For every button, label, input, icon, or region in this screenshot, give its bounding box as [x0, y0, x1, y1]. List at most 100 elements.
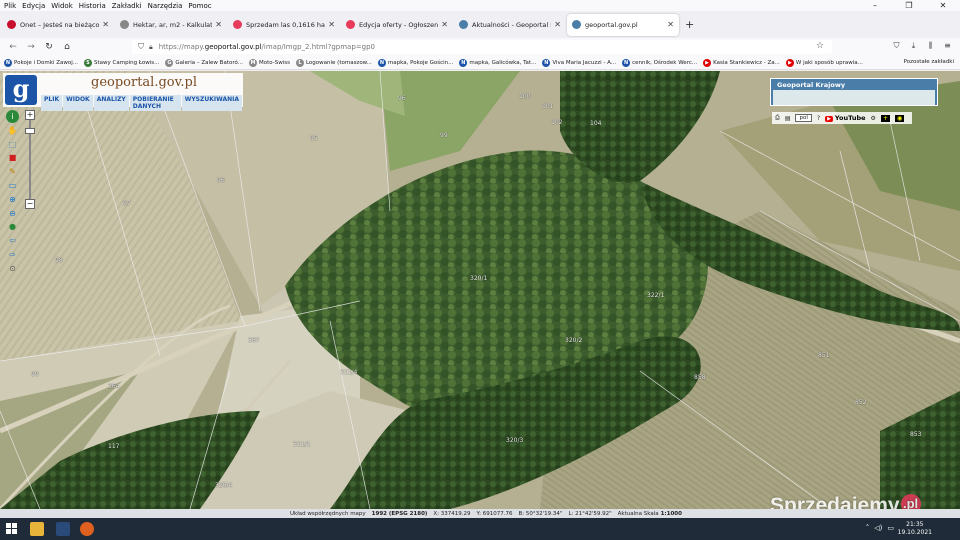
- pan-hand-icon[interactable]: ✋: [6, 124, 19, 137]
- plot-label: 117: [108, 443, 120, 450]
- bookmark-item[interactable]: L Logowanie (tomaszow...: [295, 58, 372, 67]
- ruler-icon[interactable]: ▭: [6, 179, 19, 192]
- zoom-out-icon[interactable]: ⊖: [6, 207, 19, 220]
- geoportal-logo[interactable]: g: [5, 75, 37, 105]
- bookmark-label: W jaki sposób uprawia...: [795, 59, 863, 66]
- network-icon[interactable]: ▭: [887, 524, 894, 532]
- close-icon[interactable]: ✕: [926, 0, 960, 11]
- browser-tab[interactable]: Onet – Jesteś na bieżąco ✕: [2, 14, 114, 36]
- close-tab-icon[interactable]: ✕: [667, 20, 674, 29]
- back-extent-icon[interactable]: ⇦: [6, 234, 19, 247]
- language-select[interactable]: pol: [795, 114, 812, 122]
- close-tab-icon[interactable]: ✕: [328, 20, 335, 29]
- taskbar-clock[interactable]: 21:35 19.10.2021: [898, 521, 932, 537]
- zoom-in-icon[interactable]: ⊕: [6, 193, 19, 206]
- select-icon[interactable]: ⬚: [6, 138, 19, 151]
- orthophoto-map[interactable]: [0, 71, 960, 509]
- minimize-icon[interactable]: –: [858, 0, 892, 11]
- menu-tools[interactable]: Narzędzia: [145, 2, 186, 10]
- bookmark-item[interactable]: Nmapka, Galicówka, Tat...: [459, 58, 536, 67]
- browser-tab[interactable]: Hektar, ar, m2 - Kalkulator - Prz✕: [115, 14, 227, 36]
- close-tab-icon[interactable]: ✕: [554, 20, 561, 29]
- pencil-icon[interactable]: ✎: [6, 165, 19, 178]
- plot-label: 311/4: [340, 369, 358, 376]
- plot-label: 102: [551, 119, 563, 126]
- bookmark-favicon-icon: ▶: [785, 58, 794, 67]
- home-icon[interactable]: ⌂: [58, 42, 76, 52]
- map-view[interactable]: 96 100 101 102 104 95 99 96 97 98 99 364…: [0, 71, 960, 509]
- bookmark-item[interactable]: ▶ Kasia Stankiewicz - Za...: [703, 58, 780, 67]
- forward-extent-icon[interactable]: ⇨: [6, 248, 19, 261]
- menu-help[interactable]: Pomoc: [185, 2, 214, 10]
- print-icon-2[interactable]: ▤: [785, 115, 791, 122]
- menu-widok[interactable]: WIDOK: [63, 95, 93, 111]
- bookmark-item[interactable]: G Galeria – Zalew Batoró...: [165, 58, 243, 67]
- file-explorer-icon[interactable]: [30, 522, 44, 536]
- browser-tab[interactable]: Aktualności - Geoportal Krajowy✕: [454, 14, 566, 36]
- download-icon[interactable]: ⤓: [905, 41, 922, 51]
- calculator-icon[interactable]: [56, 522, 70, 536]
- chevron-up-icon[interactable]: ˄: [866, 524, 870, 532]
- menu-view[interactable]: Widok: [48, 2, 76, 10]
- help-icon[interactable]: ?: [817, 115, 820, 122]
- close-tab-icon[interactable]: ✕: [102, 20, 109, 29]
- tab-title: geoportal.gov.pl: [585, 20, 638, 29]
- other-bookmarks-folder[interactable]: Pozostałe zakładki: [904, 59, 954, 65]
- restore-icon[interactable]: ❐: [892, 0, 926, 11]
- settings-icon[interactable]: ⚙: [871, 115, 876, 122]
- star-icon[interactable]: ☆: [816, 41, 824, 51]
- plot-label: 101: [542, 103, 554, 110]
- shield-icon[interactable]: ⛉: [138, 42, 144, 52]
- pocket-icon[interactable]: ⛉: [888, 41, 905, 51]
- zoom-plus-button[interactable]: +: [25, 110, 35, 120]
- menu-file[interactable]: Plik: [0, 2, 19, 10]
- bookmark-item[interactable]: S Stawy Camping Łowis...: [83, 58, 159, 67]
- close-tab-icon[interactable]: ✕: [441, 20, 448, 29]
- print-icon[interactable]: ⎙: [775, 114, 780, 122]
- back-icon[interactable]: ←: [4, 42, 22, 52]
- info-icon[interactable]: i: [6, 110, 19, 123]
- browser-tab[interactable]: Sprzedam las 0,1616 ha Ozardz✕: [228, 14, 340, 36]
- bookmark-item[interactable]: ▶ W jaki sposób uprawia...: [785, 58, 863, 67]
- menu-bookmarks[interactable]: Zakładki: [109, 2, 145, 10]
- bookmark-item[interactable]: N Pokoje i Domki Zawoj...: [4, 58, 78, 67]
- bookmark-item[interactable]: M Moto-Swiss: [249, 58, 290, 67]
- overview-map-title: Geoportal Krajowy: [777, 81, 846, 89]
- menu-icon[interactable]: ≡: [939, 41, 956, 51]
- overview-map[interactable]: Geoportal Krajowy: [770, 78, 938, 106]
- plot-label: 320/4: [215, 482, 233, 489]
- firefox-icon[interactable]: [80, 522, 94, 536]
- menu-pobieranie[interactable]: POBIERANIE DANYCH: [129, 95, 181, 111]
- windows-start-icon[interactable]: [6, 523, 18, 535]
- youtube-link[interactable]: YouTube: [825, 114, 866, 122]
- bookmark-label: Logowanie (tomaszow...: [305, 59, 372, 66]
- browser-tab[interactable]: geoportal.gov.pl ✕: [567, 13, 679, 36]
- zoom-slider[interactable]: + −: [24, 110, 36, 210]
- reload-icon[interactable]: ↻: [40, 42, 58, 52]
- bookmark-item[interactable]: Ncennik, Ośrodek Werc...: [622, 58, 697, 67]
- url-bar[interactable]: ⛉ 🔒︎ https://mapy. geoportal.gov.pl/imap/…: [132, 40, 832, 54]
- menu-wyszukiwania[interactable]: WYSZUKIWANIA: [181, 95, 242, 111]
- bookmark-item[interactable]: N Viva Maria Jacuzzi - A...: [542, 58, 616, 67]
- overview-map-image[interactable]: [773, 90, 935, 105]
- plus-button-icon[interactable]: +: [880, 114, 890, 122]
- compass-icon[interactable]: ⊙: [6, 262, 19, 275]
- menu-plik[interactable]: PLIK: [41, 95, 63, 111]
- lock-icon[interactable]: 🔒︎: [149, 43, 153, 52]
- zoom-handle[interactable]: [25, 128, 35, 134]
- crs-value[interactable]: 1992 (EPSG 2180): [372, 511, 428, 517]
- menu-analizy[interactable]: ANALIZY: [93, 95, 129, 111]
- library-icon[interactable]: ⫼: [922, 41, 939, 51]
- menu-history[interactable]: Historia: [76, 2, 109, 10]
- close-tab-icon[interactable]: ✕: [215, 20, 222, 29]
- volume-icon[interactable]: ◁): [874, 524, 882, 532]
- forward-icon[interactable]: →: [22, 42, 40, 52]
- delete-icon[interactable]: ■: [6, 151, 19, 164]
- bookmark-item[interactable]: Nmapka, Pokoje Gościn...: [377, 58, 453, 67]
- zoom-minus-button[interactable]: −: [25, 199, 35, 209]
- new-tab-icon[interactable]: +: [685, 18, 694, 31]
- globe-icon[interactable]: ●: [6, 220, 19, 233]
- eye-icon[interactable]: ◉: [894, 114, 905, 122]
- menu-edit[interactable]: Edycja: [19, 2, 48, 10]
- browser-tab[interactable]: Edycja oferty - Ogłoszenia sprze✕: [341, 14, 453, 36]
